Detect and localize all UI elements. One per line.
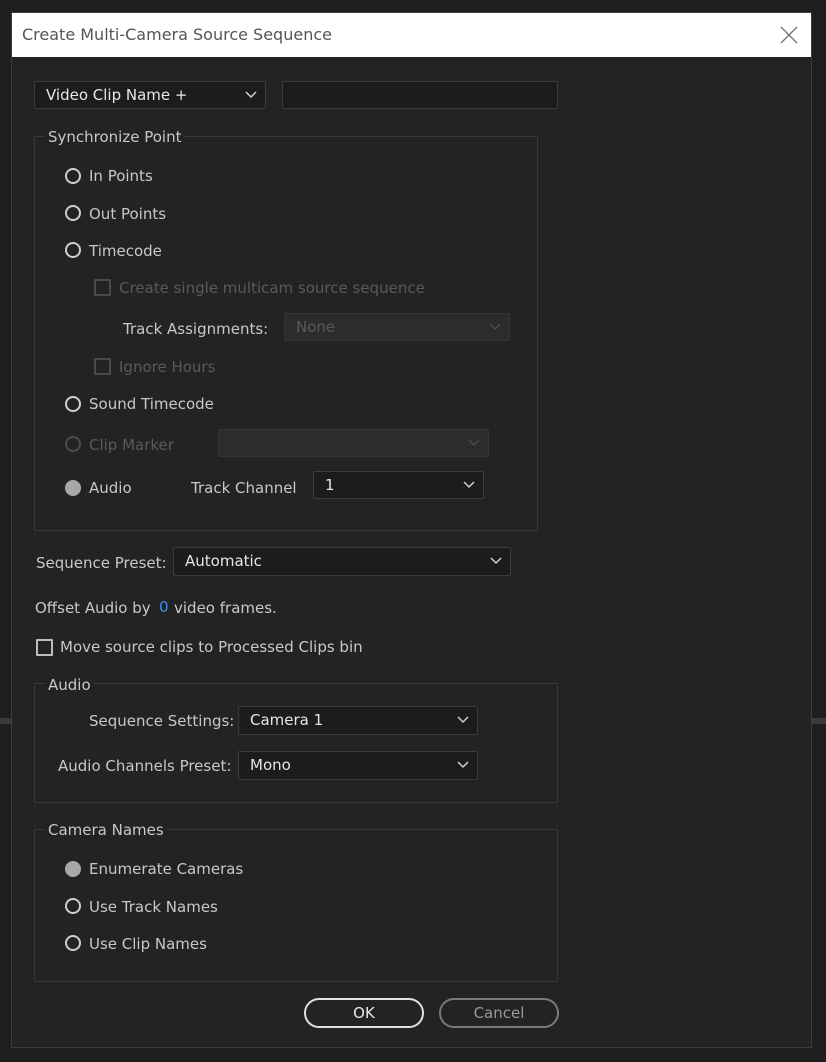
move-clips-label: Move source clips to Processed Clips bin: [60, 638, 363, 656]
offset-audio-frames-value[interactable]: 0: [159, 598, 169, 616]
timecode-label: Timecode: [89, 242, 162, 260]
track-channel-label: Track Channel: [191, 479, 297, 497]
clip-name-dropdown-value: Video Clip Name +: [46, 86, 188, 104]
single-multicam-checkbox[interactable]: [94, 279, 111, 296]
backdrop-divider-left: [0, 718, 11, 724]
in-points-radio[interactable]: [65, 168, 81, 184]
enumerate-cameras-radio[interactable]: [65, 861, 81, 877]
chevron-down-icon: [457, 716, 469, 724]
clip-marker-dropdown[interactable]: [218, 429, 489, 457]
clip-name-dropdown[interactable]: Video Clip Name +: [34, 81, 266, 109]
title-bar: Create Multi-Camera Source Sequence: [12, 13, 811, 57]
sequence-preset-dropdown[interactable]: Automatic: [173, 547, 511, 576]
backdrop-divider-right: [812, 718, 826, 724]
audio-channels-preset-label: Audio Channels Preset:: [58, 757, 232, 775]
track-assignments-value: None: [296, 318, 336, 336]
audio-group-legend: Audio: [45, 676, 94, 694]
sound-timecode-label: Sound Timecode: [89, 395, 214, 413]
audio-sync-label: Audio: [89, 479, 132, 497]
chevron-down-icon: [489, 323, 501, 331]
audio-channels-preset-value: Mono: [250, 756, 291, 774]
sound-timecode-radio[interactable]: [65, 396, 81, 412]
out-points-radio[interactable]: [65, 205, 81, 221]
audio-group: [34, 683, 558, 803]
track-assignments-dropdown[interactable]: None: [284, 313, 510, 341]
offset-audio-prefix: Offset Audio by: [35, 599, 151, 617]
ignore-hours-checkbox[interactable]: [94, 358, 111, 375]
use-track-names-label: Use Track Names: [89, 898, 218, 916]
clip-marker-label: Clip Marker: [89, 436, 174, 454]
synchronize-point-legend: Synchronize Point: [45, 128, 185, 146]
track-channel-dropdown[interactable]: 1: [313, 471, 484, 499]
clip-name-input[interactable]: [282, 81, 558, 109]
chevron-down-icon: [457, 761, 469, 769]
audio-sync-radio[interactable]: [65, 480, 81, 496]
multicam-dialog: Create Multi-Camera Source Sequence Vide…: [11, 12, 812, 1048]
in-points-label: In Points: [89, 167, 153, 185]
ignore-hours-label: Ignore Hours: [119, 358, 216, 376]
out-points-label: Out Points: [89, 205, 167, 223]
move-clips-checkbox[interactable]: [36, 639, 53, 656]
offset-audio-suffix: video frames.: [174, 599, 277, 617]
close-icon[interactable]: [779, 25, 799, 45]
clip-marker-radio[interactable]: [65, 436, 81, 452]
audio-channels-preset-dropdown[interactable]: Mono: [238, 751, 478, 780]
track-channel-value: 1: [325, 476, 335, 494]
sequence-settings-dropdown[interactable]: Camera 1: [238, 706, 478, 735]
track-assignments-label: Track Assignments:: [123, 320, 269, 338]
dialog-title: Create Multi-Camera Source Sequence: [22, 25, 332, 44]
chevron-down-icon: [490, 557, 502, 565]
use-track-names-radio[interactable]: [65, 898, 81, 914]
enumerate-cameras-label: Enumerate Cameras: [89, 860, 244, 878]
sequence-preset-label: Sequence Preset:: [36, 554, 167, 572]
chevron-down-icon: [468, 439, 480, 447]
use-clip-names-radio[interactable]: [65, 935, 81, 951]
sequence-preset-value: Automatic: [185, 552, 262, 570]
camera-names-legend: Camera Names: [45, 821, 167, 839]
use-clip-names-label: Use Clip Names: [89, 935, 207, 953]
ok-button[interactable]: OK: [304, 998, 424, 1028]
single-multicam-label: Create single multicam source sequence: [119, 279, 425, 297]
timecode-radio[interactable]: [65, 242, 81, 258]
chevron-down-icon: [245, 91, 257, 99]
sequence-settings-label: Sequence Settings:: [89, 712, 235, 730]
chevron-down-icon: [463, 481, 475, 489]
cancel-button[interactable]: Cancel: [439, 998, 559, 1028]
sequence-settings-value: Camera 1: [250, 711, 324, 729]
